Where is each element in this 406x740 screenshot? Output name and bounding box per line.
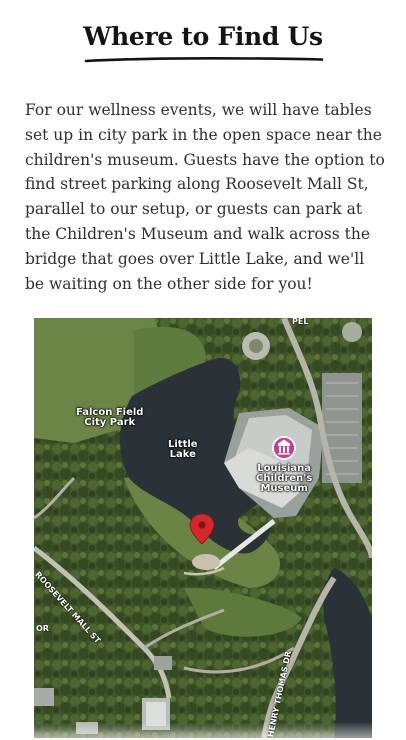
heading-underline (84, 57, 324, 63)
park-map[interactable]: Falcon Field City Park Little Lake Louisia… (34, 318, 372, 738)
edge-road-label-top: PEL (292, 318, 309, 326)
museum-label: Louisiana Children's Museum (256, 464, 312, 494)
edge-road-label-left: OR (36, 624, 49, 633)
little-lake-label-line2: Lake (169, 449, 196, 460)
directions-paragraph: For our wellness events, we will have ta… (25, 101, 385, 293)
heading-wrap: Where to Find Us (0, 22, 406, 51)
falcon-field-label: Falcon Field City Park (76, 408, 143, 428)
falcon-field-label-line2: City Park (84, 417, 136, 428)
map-satellite-image (34, 318, 372, 738)
museum-label-line3: Museum (260, 483, 308, 494)
little-lake-label: Little Lake (168, 440, 198, 460)
page: Where to Find Us For our wellness events… (0, 0, 406, 740)
museum-icon (272, 436, 296, 460)
section-heading: Where to Find Us (83, 22, 323, 51)
